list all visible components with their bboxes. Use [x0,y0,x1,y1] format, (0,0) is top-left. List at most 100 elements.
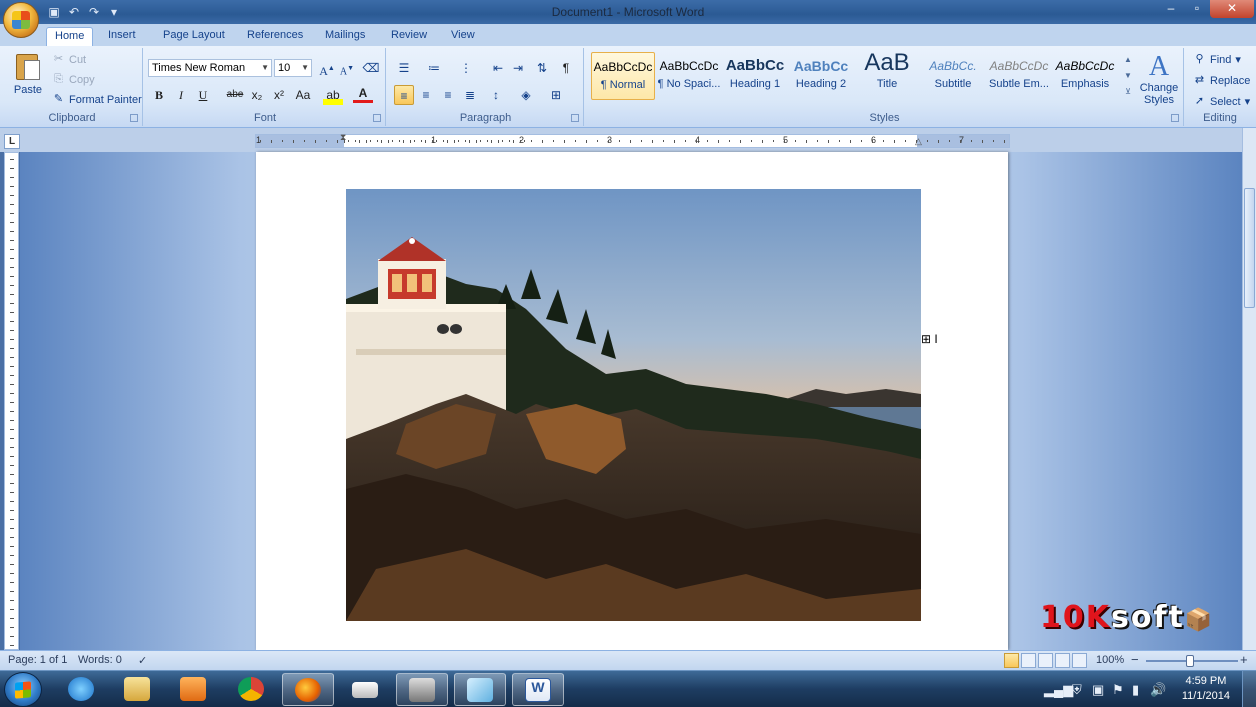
tab-selector[interactable]: L [4,134,20,149]
vertical-ruler[interactable] [4,152,19,650]
print-layout-icon[interactable] [1004,653,1019,668]
sort-icon[interactable]: ⇅ [532,58,552,78]
office-button[interactable] [3,2,39,38]
increase-indent-icon[interactable]: ⇥ [508,58,528,78]
maximize-button[interactable]: ▫ [1184,0,1210,18]
font-launcher-icon[interactable] [373,114,381,122]
line-spacing-icon[interactable]: ↕ [486,85,506,105]
tab-page-layout[interactable]: Page Layout [155,27,233,46]
numbering-icon[interactable]: ≔ [424,58,444,78]
taskbar-explorer[interactable] [112,673,164,706]
replace-button[interactable]: ⇄ Replace [1193,74,1250,87]
align-center-icon[interactable]: ≡ [416,85,436,105]
zoom-slider-knob[interactable] [1186,655,1194,667]
change-case-button[interactable]: Aa [293,85,313,105]
paste-button[interactable]: Paste [8,52,48,104]
proofing-icon[interactable]: ✓ [138,654,147,667]
strikethrough-button[interactable]: abe [225,85,245,105]
network-icon[interactable]: ▂▄▆ [1044,682,1073,698]
web-layout-icon[interactable] [1038,653,1053,668]
borders-icon[interactable]: ⊞ [546,85,566,105]
zoom-out-button[interactable]: − [1131,652,1139,667]
ruler-tick [10,600,14,601]
format-painter-button[interactable]: ✎ Format Painter [52,93,142,106]
italic-button[interactable]: I [171,85,191,105]
tab-mailings[interactable]: Mailings [317,27,373,46]
full-screen-reading-icon[interactable] [1021,653,1036,668]
grow-font-button[interactable]: A▲ [317,58,337,78]
volume-icon[interactable]: 🔊 [1150,682,1166,698]
style-sample: AaBbCc [793,58,849,74]
system-clock[interactable]: 4:59 PM 11/1/2014 [1182,674,1230,704]
highlight-button[interactable]: ab [323,85,343,105]
page-count[interactable]: Page: 1 of 1 [8,654,67,666]
scrollbar-thumb[interactable] [1244,188,1255,308]
font-size-select[interactable]: 10 ▼ [274,59,312,77]
shading-icon[interactable]: ◈ [516,85,536,105]
tab-review[interactable]: Review [383,27,435,46]
taskbar-camera[interactable] [396,673,448,706]
align-right-icon[interactable]: ≡ [438,85,458,105]
show-marks-icon[interactable]: ¶ [556,58,576,78]
superscript-button[interactable]: x² [269,85,289,105]
taskbar-app[interactable] [340,673,392,706]
close-button[interactable]: ✕ [1210,0,1254,18]
styles-launcher-icon[interactable] [1171,114,1179,122]
taskbar-editor[interactable] [454,673,506,706]
taskbar-ie[interactable] [56,673,108,706]
clipboard-launcher-icon[interactable] [130,114,138,122]
tab-home[interactable]: Home [46,27,94,46]
cut-button[interactable]: ✂ Cut [52,53,86,66]
decrease-indent-icon[interactable]: ⇤ [488,58,508,78]
change-styles-button[interactable]: A Change Styles [1137,52,1181,107]
underline-button[interactable]: U [193,85,213,105]
tab-insert[interactable]: Insert [100,27,144,46]
taskbar-chrome[interactable] [226,673,278,706]
monitor-icon[interactable]: ▣ [1092,682,1104,698]
subscript-button[interactable]: x₂ [247,85,267,105]
vertical-scrollbar[interactable] [1242,128,1256,650]
taskbar-firefox[interactable] [282,673,334,706]
horizontal-ruler[interactable]: 1 1 2 3 4 5 6 7 ⧗ △ [255,132,1010,148]
font-family-select[interactable]: Times New Roman ▼ [148,59,272,77]
inserted-picture[interactable] [346,189,921,621]
zoom-in-button[interactable]: + [1240,652,1248,667]
copy-button[interactable]: ⎘ Copy [52,73,95,86]
word-count[interactable]: Words: 0 [78,654,122,666]
align-left-icon[interactable]: ≡ [394,85,414,105]
multilevel-list-icon[interactable]: ⋮ [456,58,476,78]
select-button[interactable]: ➚ Select ▾ [1193,95,1250,108]
shrink-font-button[interactable]: A▼ [337,58,357,78]
outline-icon[interactable] [1055,653,1070,668]
draft-icon[interactable] [1072,653,1087,668]
ruler-tick [597,140,598,142]
bullets-icon[interactable]: ☰ [394,58,414,78]
minimize-button[interactable]: – [1158,0,1184,18]
security-icon[interactable]: ⛨ [1072,682,1082,698]
zoom-level[interactable]: 100% [1096,654,1124,666]
style-emphasis[interactable]: AaBbCcDc Emphasis [1053,52,1117,100]
taskbar-word[interactable]: W [512,673,564,706]
paragraph-launcher-icon[interactable] [571,114,579,122]
bold-button[interactable]: B [149,85,169,105]
style-title[interactable]: AaB Title [855,52,919,100]
style-heading-1[interactable]: AaBbCc Heading 1 [723,52,787,100]
battery-icon[interactable]: ▮ [1132,682,1139,698]
style-no-spacing[interactable]: AaBbCcDc ¶ No Spaci... [657,52,721,100]
ruler-tick [447,140,448,143]
show-desktop-button[interactable] [1242,671,1256,707]
style-heading-2[interactable]: AaBbCc Heading 2 [789,52,853,100]
flag-icon[interactable]: ⚑ [1112,682,1124,698]
font-color-button[interactable]: A [353,85,373,103]
style-subtitle[interactable]: AaBbCc. Subtitle [921,52,985,100]
find-button[interactable]: ⚲ Find ▾ [1193,53,1240,66]
justify-icon[interactable]: ≣ [460,85,480,105]
tab-references[interactable]: References [239,27,311,46]
tab-view[interactable]: View [443,27,483,46]
style-normal[interactable]: AaBbCcDc ¶ Normal [591,52,655,100]
style-subtle-emphasis[interactable]: AaBbCcDc Subtle Em... [987,52,1051,100]
styles-gallery-scroll[interactable]: ▲ ▼ ⊻ [1122,52,1134,102]
start-button[interactable] [4,672,42,707]
taskbar-media-player[interactable] [168,673,220,706]
clear-formatting-icon[interactable]: ⌫ [361,58,381,78]
